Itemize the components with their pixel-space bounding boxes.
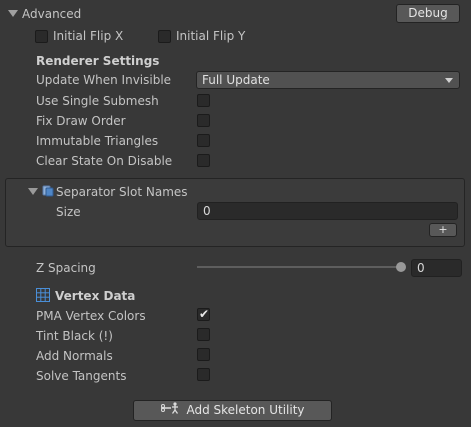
z-spacing-slider-track[interactable] [197, 266, 402, 268]
immutable-triangles-checkbox[interactable] [197, 134, 210, 147]
list-icon [42, 185, 54, 197]
pma-vertex-colors-checkbox[interactable]: ✔ [197, 307, 210, 321]
add-element-button[interactable]: + [429, 223, 457, 237]
fix-draw-order-checkbox[interactable] [197, 114, 210, 127]
add-normals-label: Add Normals [36, 349, 113, 363]
initial-flip-x-checkbox[interactable] [35, 30, 48, 43]
tint-black-label: Tint Black (!) [36, 329, 113, 343]
clear-state-on-disable-label: Clear State On Disable [36, 154, 173, 168]
initial-flip-y-checkbox[interactable] [158, 30, 171, 43]
add-skeleton-utility-label: Add Skeleton Utility [186, 403, 305, 417]
add-skeleton-utility-button[interactable]: Add Skeleton Utility [133, 400, 332, 421]
z-spacing-label: Z Spacing [36, 261, 96, 275]
separator-foldout-arrow-icon[interactable] [28, 188, 38, 195]
z-spacing-field[interactable]: 0 [411, 259, 462, 277]
use-single-submesh-label: Use Single Submesh [36, 94, 159, 108]
immutable-triangles-label: Immutable Triangles [36, 134, 159, 148]
advanced-foldout-label[interactable]: Advanced [22, 7, 81, 21]
solve-tangents-checkbox[interactable] [197, 368, 210, 381]
initial-flip-x-label: Initial Flip X [53, 29, 124, 43]
tint-black-checkbox[interactable] [197, 328, 210, 341]
vertex-data-heading: Vertex Data [55, 289, 136, 303]
checkmark-icon: ✔ [199, 307, 210, 321]
clear-state-on-disable-checkbox[interactable] [197, 154, 210, 167]
renderer-settings-heading: Renderer Settings [36, 54, 160, 68]
foldout-arrow-icon[interactable] [8, 10, 18, 17]
pma-vertex-colors-label: PMA Vertex Colors [36, 309, 146, 323]
update-when-invisible-value: Full Update [202, 73, 270, 87]
update-when-invisible-dropdown[interactable]: Full Update [196, 71, 460, 89]
add-normals-checkbox[interactable] [197, 348, 210, 361]
size-label: Size [56, 205, 81, 219]
debug-button[interactable]: Debug [396, 4, 460, 23]
fix-draw-order-label: Fix Draw Order [36, 114, 126, 128]
initial-flip-y-label: Initial Flip Y [176, 29, 246, 43]
update-when-invisible-label: Update When Invisible [36, 73, 172, 87]
solve-tangents-label: Solve Tangents [36, 369, 127, 383]
grid-icon [36, 288, 50, 302]
separator-slot-names-label[interactable]: Separator Slot Names [56, 185, 188, 199]
dropdown-arrow-icon [445, 78, 453, 83]
size-field[interactable]: 0 [197, 202, 458, 220]
skeleton-utility-icon [160, 401, 182, 420]
z-spacing-slider-handle[interactable] [396, 262, 406, 272]
use-single-submesh-checkbox[interactable] [197, 94, 210, 107]
